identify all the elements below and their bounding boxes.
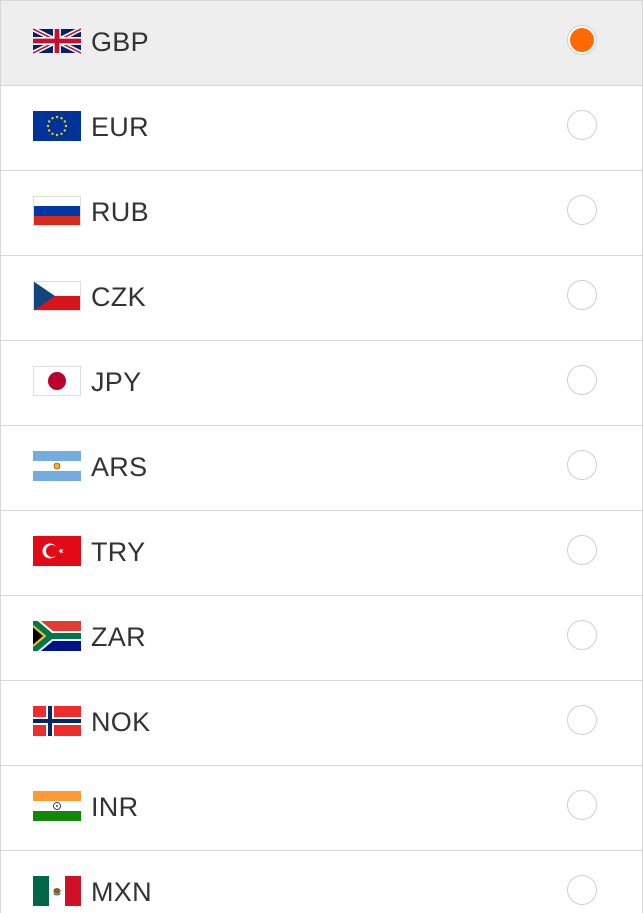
radio-button[interactable]: [567, 110, 597, 140]
radio-button[interactable]: [567, 280, 597, 310]
currency-code: ARS: [91, 452, 148, 482]
radio-button[interactable]: [567, 790, 597, 820]
currency-code: INR: [91, 792, 139, 822]
currency-code: GBP: [91, 27, 149, 57]
currency-code: ZAR: [91, 622, 146, 652]
currency-option-nok[interactable]: NOK: [1, 681, 642, 766]
currency-option-rub[interactable]: RUB: [1, 171, 642, 256]
south-africa-flag-icon: [33, 621, 81, 651]
currency-option-czk[interactable]: CZK: [1, 256, 642, 341]
uk-flag-icon: [33, 26, 81, 56]
currency-code: MXN: [91, 877, 152, 907]
currency-code: RUB: [91, 197, 149, 227]
currency-option-ars[interactable]: ARS: [1, 426, 642, 511]
japan-flag-icon: [33, 366, 81, 396]
currency-code: TRY: [91, 537, 146, 567]
currency-option-jpy[interactable]: JPY: [1, 341, 642, 426]
india-flag-icon: [33, 791, 81, 821]
radio-button[interactable]: [567, 195, 597, 225]
czech-flag-icon: [33, 281, 81, 311]
radio-button[interactable]: [567, 25, 597, 55]
currency-code: EUR: [91, 112, 149, 142]
radio-selected-dot: [570, 28, 594, 52]
currency-code: JPY: [91, 367, 142, 397]
currency-option-eur[interactable]: EUR: [1, 86, 642, 171]
radio-button[interactable]: [567, 450, 597, 480]
currency-option-try[interactable]: TRY: [1, 511, 642, 596]
currency-option-mxn[interactable]: MXN: [1, 851, 642, 913]
norway-flag-icon: [33, 706, 81, 736]
argentina-flag-icon: [33, 451, 81, 481]
turkey-flag-icon: [33, 536, 81, 566]
radio-button[interactable]: [567, 705, 597, 735]
currency-option-gbp[interactable]: GBP: [1, 1, 642, 86]
currency-option-inr[interactable]: INR: [1, 766, 642, 851]
currency-code: CZK: [91, 282, 146, 312]
radio-button[interactable]: [567, 620, 597, 650]
mexico-flag-icon: [33, 876, 81, 906]
eu-flag-icon: [33, 111, 81, 141]
radio-button[interactable]: [567, 365, 597, 395]
currency-option-zar[interactable]: ZAR: [1, 596, 642, 681]
russia-flag-icon: [33, 196, 81, 226]
currency-list: GBP EUR RUB CZK JPY ARS TRY ZAR NOK INR …: [0, 0, 643, 913]
radio-button[interactable]: [567, 875, 597, 905]
radio-button[interactable]: [567, 535, 597, 565]
currency-code: NOK: [91, 707, 151, 737]
